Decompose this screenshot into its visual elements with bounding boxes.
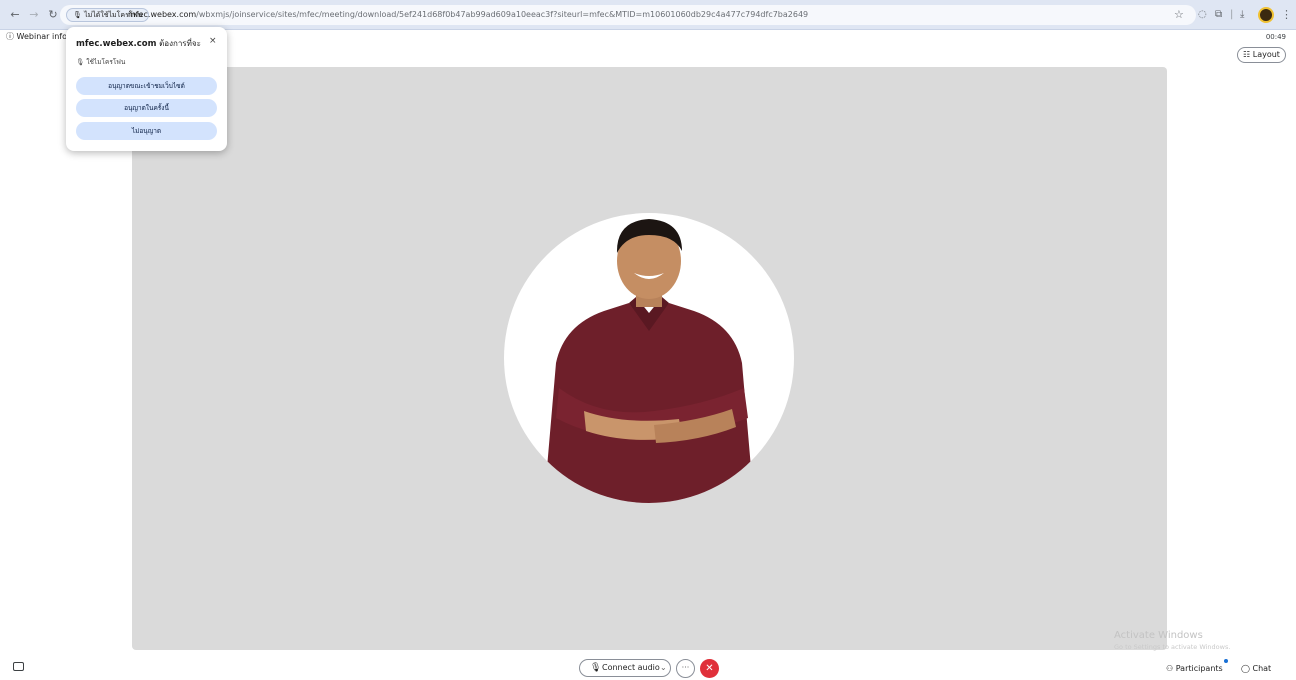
profile-avatar-icon[interactable] <box>1258 7 1274 23</box>
side-panel-icon[interactable]: ⧉ <box>1215 8 1222 22</box>
chat-icon: ◯ <box>1241 664 1250 673</box>
permission-title: mfec.webex.com ต้องการที่จะ <box>76 37 201 50</box>
download-icon[interactable]: ⤓ <box>1240 8 1244 22</box>
webinar-info-button[interactable]: ⓘ Webinar info <box>6 32 67 42</box>
participants-button[interactable]: ⚇ Participants <box>1166 664 1223 673</box>
connect-audio-label: Connect audio <box>602 663 660 672</box>
allow-while-visiting-button[interactable]: อนุญาตขณะเข้าชมเว็บไซต์ <box>76 77 217 95</box>
leave-meeting-button[interactable]: ✕ <box>700 659 719 678</box>
activate-windows-title: Activate Windows <box>1114 630 1203 641</box>
layout-icon: ☷ <box>1243 50 1251 59</box>
person-photo-icon <box>544 219 754 503</box>
chat-label: Chat <box>1252 664 1272 673</box>
mic-off-icon: 🎙︎ <box>73 11 82 19</box>
participant-avatar <box>504 213 794 503</box>
back-icon[interactable]: ← <box>8 8 22 22</box>
activate-windows-subtitle: Go to Settings to activate Windows. <box>1114 643 1231 651</box>
connect-audio-button[interactable]: 🎙︎ Connect audio ⌄ <box>579 659 671 677</box>
permission-request-label: ใช้ไมโครโฟน <box>86 58 126 66</box>
more-options-button[interactable]: ··· <box>676 659 695 678</box>
permission-request-text: ต้องการที่จะ <box>159 39 201 48</box>
mic-permission-popup: mfec.webex.com ต้องการที่จะ × 🎙︎ ใช้ไมโค… <box>66 27 227 151</box>
bookmark-star-icon[interactable]: ☆ <box>1174 8 1184 22</box>
participants-notification-badge <box>1224 659 1228 663</box>
divider: | <box>1230 9 1234 20</box>
forward-icon[interactable]: → <box>27 8 41 22</box>
url-host: mfec.webex.com <box>128 10 197 19</box>
extension-icon[interactable]: ◌ <box>1198 8 1207 22</box>
browser-menu-icon[interactable]: ⋮ <box>1281 8 1292 22</box>
url-text[interactable]: mfec.webex.com/wbxmjs/joinservice/sites/… <box>128 10 808 20</box>
microphone-icon: 🎙︎ <box>76 58 85 66</box>
meeting-timer: 00:49 <box>1265 33 1286 41</box>
participants-label: Participants <box>1175 664 1223 673</box>
close-icon[interactable]: × <box>209 36 217 46</box>
captions-icon[interactable] <box>13 662 24 671</box>
permission-request-item: 🎙︎ ใช้ไมโครโฟน <box>76 57 125 67</box>
allow-this-time-button[interactable]: อนุญาตในครั้งนี้ <box>76 99 217 117</box>
reload-icon[interactable]: ↻ <box>46 8 60 22</box>
never-allow-button[interactable]: ไม่อนุญาต <box>76 122 217 140</box>
layout-button[interactable]: ☷ Layout <box>1237 47 1286 63</box>
microphone-icon: 🎙︎ <box>590 663 602 673</box>
layout-label: Layout <box>1252 50 1280 59</box>
participants-icon: ⚇ <box>1166 664 1174 673</box>
chat-button[interactable]: ◯ Chat <box>1241 664 1271 673</box>
chevron-down-icon[interactable]: ⌄ <box>660 660 667 676</box>
browser-toolbar: ← → ↻ 🎙︎ ไม่ได้ใช้ไมโครโฟน mfec.webex.co… <box>0 0 1296 30</box>
permission-host: mfec.webex.com <box>76 39 157 49</box>
url-path: /wbxmjs/joinservice/sites/mfec/meeting/d… <box>196 10 809 19</box>
